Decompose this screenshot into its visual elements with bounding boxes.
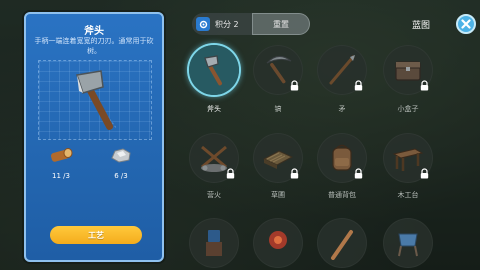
material-count: 11 /3 <box>52 172 70 180</box>
recipe-slot-furnace[interactable] <box>189 218 239 268</box>
lock-icon <box>354 80 363 91</box>
recipe-slot-grass-bed[interactable] <box>253 133 303 183</box>
recipe-label: 草圃 <box>271 191 285 199</box>
material-log: 11 /3 <box>46 146 76 180</box>
recipe-slot-campfire[interactable] <box>189 133 239 183</box>
axe-icon <box>204 55 222 86</box>
recipe-slot-workbench[interactable] <box>383 133 433 183</box>
recipe-label: 镐 <box>274 105 282 113</box>
points-display: 积分 2 <box>192 13 252 35</box>
furnace-icon <box>206 230 222 256</box>
recipe-label: 斧头 <box>207 105 221 113</box>
chair-icon <box>398 233 418 257</box>
lock-icon <box>420 80 429 91</box>
detail-description: 手柄一端连着宽宽的刀刃。通常用于砍树。 <box>34 37 154 55</box>
recipe-label: 营火 <box>207 191 221 199</box>
recipe-slot-fire-pit[interactable] <box>253 218 303 268</box>
recipe-label: 木工台 <box>397 191 419 199</box>
stone-icon <box>111 148 131 163</box>
axe-icon <box>76 70 118 130</box>
craft-button[interactable]: 工艺 <box>50 226 142 244</box>
reset-button[interactable]: 重置 <box>252 13 310 35</box>
recipe-slot-spear[interactable] <box>317 45 367 95</box>
recipe-label: 矛 <box>338 105 346 113</box>
points-label: 积分 2 <box>215 19 239 29</box>
lock-icon <box>226 168 235 179</box>
recipe-label: 小盒子 <box>397 105 419 113</box>
club-icon <box>331 230 353 260</box>
detail-title: 斧头 <box>84 26 104 37</box>
close-icon <box>461 19 471 29</box>
recipe-slot-pickaxe[interactable] <box>253 45 303 95</box>
item-detail-panel: 斧头 手柄一端连着宽宽的刀刃。通常用于砍树。 11 /3 6 /3 工艺 <box>24 12 164 262</box>
blueprint-preview <box>38 60 152 140</box>
points-icon <box>196 17 210 31</box>
recipe-slot-chair[interactable] <box>383 218 433 268</box>
fire-pit-icon <box>269 231 287 249</box>
recipe-label: 普通背包 <box>328 191 356 199</box>
recipe-slot-backpack[interactable] <box>317 133 367 183</box>
lock-icon <box>354 168 363 179</box>
recipe-slot-club[interactable] <box>317 218 367 268</box>
close-button[interactable] <box>456 14 476 34</box>
recipe-slot-axe[interactable] <box>189 45 239 95</box>
lock-icon <box>290 80 299 91</box>
lock-icon <box>290 168 299 179</box>
log-icon <box>50 148 73 162</box>
lock-icon <box>420 168 429 179</box>
material-count: 6 /3 <box>114 172 128 180</box>
material-stone: 6 /3 <box>106 146 136 180</box>
recipe-slot-small-box[interactable] <box>383 45 433 95</box>
blueprint-tab-label[interactable]: 蓝图 <box>412 18 430 31</box>
